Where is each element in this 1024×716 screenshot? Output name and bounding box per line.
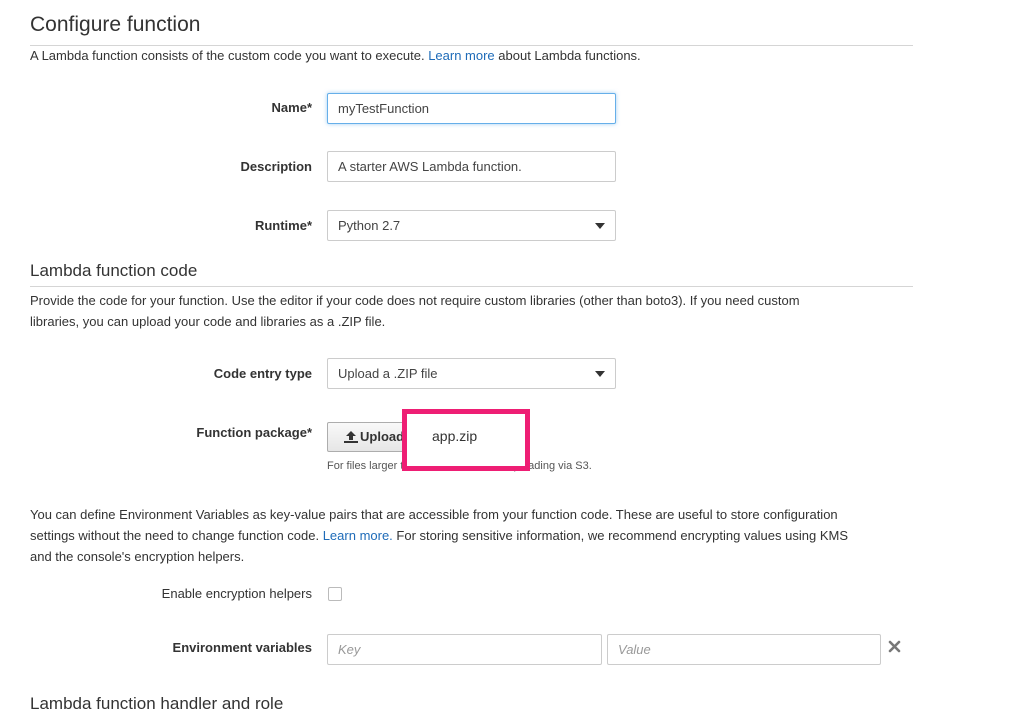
encryption-label: Enable encryption helpers xyxy=(161,586,312,601)
section-divider xyxy=(30,286,913,287)
upload-icon xyxy=(344,431,358,443)
runtime-select[interactable]: Python 2.7 xyxy=(327,210,616,241)
env-intro-line-2: settings without the need to change func… xyxy=(30,528,848,543)
name-label: Name* xyxy=(271,100,312,115)
env-vars-label: Environment variables xyxy=(172,640,312,655)
highlight-box: app.zip xyxy=(402,409,530,471)
upload-button-label: Upload xyxy=(360,429,405,444)
env-learn-more-link[interactable]: Learn more. xyxy=(323,528,393,543)
code-section-line-2: libraries, you can upload your code and … xyxy=(30,314,386,329)
env-intro-line-1: You can define Environment Variables as … xyxy=(30,507,838,522)
code-entry-label: Code entry type xyxy=(213,366,312,381)
code-section-line-1: Provide the code for your function. Use … xyxy=(30,293,800,308)
env-intro-line-3: and the console's encryption helpers. xyxy=(30,549,245,564)
close-icon[interactable] xyxy=(888,640,901,653)
description-label: Description xyxy=(240,159,312,174)
chevron-down-icon xyxy=(595,371,605,377)
name-input[interactable] xyxy=(327,93,616,124)
function-package-label: Function package* xyxy=(196,425,312,440)
code-entry-select[interactable]: Upload a .ZIP file xyxy=(327,358,616,389)
encryption-checkbox[interactable] xyxy=(328,587,342,601)
runtime-label: Runtime* xyxy=(254,218,312,233)
code-entry-selected-value: Upload a .ZIP file xyxy=(338,366,438,381)
page-title: Configure function xyxy=(30,13,201,36)
description-input[interactable] xyxy=(327,151,616,182)
handler-section-title: Lambda function handler and role xyxy=(30,694,284,713)
chevron-down-icon xyxy=(595,223,605,229)
code-section-title: Lambda function code xyxy=(30,261,198,280)
runtime-selected-value: Python 2.7 xyxy=(338,218,401,233)
file-name: app.zip xyxy=(432,428,478,444)
env-key-input[interactable] xyxy=(327,634,602,665)
configure-intro: A Lambda function consists of the custom… xyxy=(30,48,641,63)
learn-more-link[interactable]: Learn more xyxy=(428,48,494,63)
env-value-input[interactable] xyxy=(607,634,881,665)
